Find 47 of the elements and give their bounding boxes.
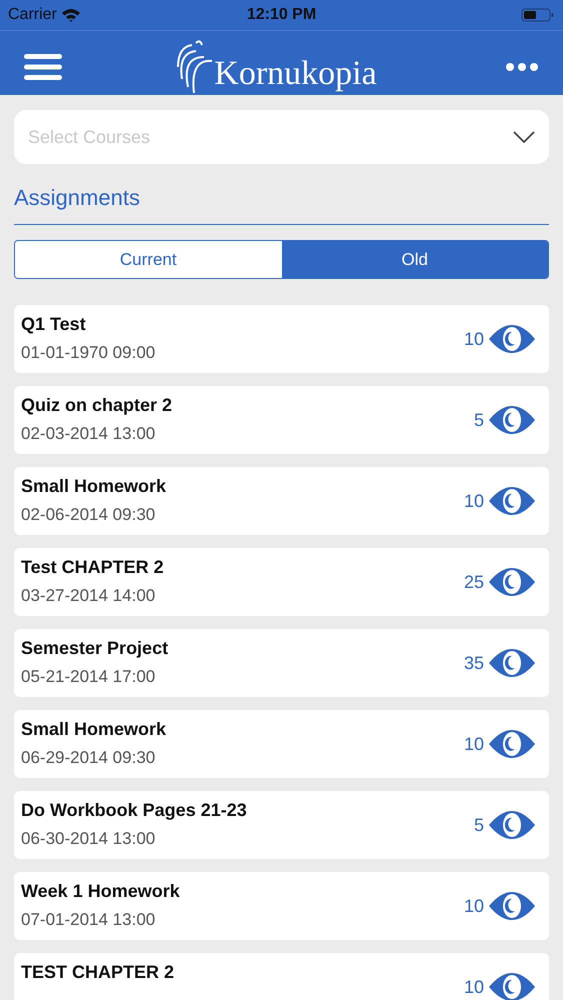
assignment-date: 05-21-2014 17:00 xyxy=(21,667,156,687)
assignment-title: TEST CHAPTER 2 xyxy=(21,961,176,983)
score-label: 10 xyxy=(464,894,484,918)
assignment-card[interactable]: TEST CHAPTER 2 10 xyxy=(14,953,549,1000)
assignment-card[interactable]: Test CHAPTER 2 03-27-2014 14:00 25 xyxy=(14,548,549,616)
cornucopia-logo-icon xyxy=(174,39,214,95)
score-label: 35 xyxy=(464,652,484,674)
battery-icon xyxy=(521,7,555,23)
assignment-title: Test CHAPTER 2 xyxy=(21,556,165,578)
score-label: 10 xyxy=(464,732,484,756)
assignment-date: 02-03-2014 13:00 xyxy=(21,424,156,444)
carrier-label: Carrier xyxy=(8,5,57,25)
assignment-card[interactable]: Week 1 Homework 07-01-2014 13:00 10 xyxy=(14,872,549,940)
score-label: 10 xyxy=(464,328,484,350)
assignment-date: 06-29-2014 09:30 xyxy=(21,748,156,768)
assignment-card[interactable]: Small Homework 02-06-2014 09:30 10 xyxy=(14,467,549,535)
menu-icon[interactable] xyxy=(24,54,62,80)
wifi-icon xyxy=(60,8,81,22)
clock-time: 12:10 PM xyxy=(246,5,316,25)
assignment-title: Quiz on chapter 2 xyxy=(21,394,174,416)
score-label: 25 xyxy=(464,570,484,594)
assignment-card[interactable]: Quiz on chapter 2 02-03-2014 13:00 5 xyxy=(14,386,549,454)
logo-text: Kornukopia xyxy=(214,57,377,91)
assignment-date: 01-01-1970 09:00 xyxy=(21,343,156,363)
assignment-title: Week 1 Homework xyxy=(21,880,181,902)
assignment-card[interactable]: Do Workbook Pages 21-23 06-30-2014 13:00 5 xyxy=(14,791,549,859)
more-icon[interactable] xyxy=(505,62,539,72)
score-label: 10 xyxy=(464,490,484,512)
segment-tab[interactable]: Old xyxy=(282,241,548,278)
chevron-down-icon xyxy=(513,131,535,143)
assignment-card[interactable]: Semester Project 05-21-2014 17:00 35 xyxy=(14,629,549,697)
assignment-date: 03-27-2014 14:00 xyxy=(21,586,156,606)
assignment-title: Small Homework xyxy=(21,475,168,497)
assignment-title: Semester Project xyxy=(21,637,170,659)
assignment-card[interactable]: Q1 Test 01-01-1970 09:00 10 xyxy=(14,305,549,373)
assignment-title: Q1 Test xyxy=(21,313,87,335)
assignment-card[interactable]: Small Homework 06-29-2014 09:30 10 xyxy=(14,710,549,778)
assignment-date: 07-01-2014 13:00 xyxy=(21,910,156,930)
assignment-date: 06-30-2014 13:00 xyxy=(21,829,156,849)
score-label: 10 xyxy=(464,976,484,998)
score-label: 5 xyxy=(474,408,484,432)
assignment-title: Small Homework xyxy=(21,718,168,740)
assignment-date: 02-06-2014 09:30 xyxy=(21,505,156,525)
assignment-title: Do Workbook Pages 21-23 xyxy=(21,799,248,821)
section-title: Assignments xyxy=(14,181,549,225)
score-label: 5 xyxy=(474,814,484,836)
segment-tab[interactable]: Current xyxy=(15,241,282,278)
